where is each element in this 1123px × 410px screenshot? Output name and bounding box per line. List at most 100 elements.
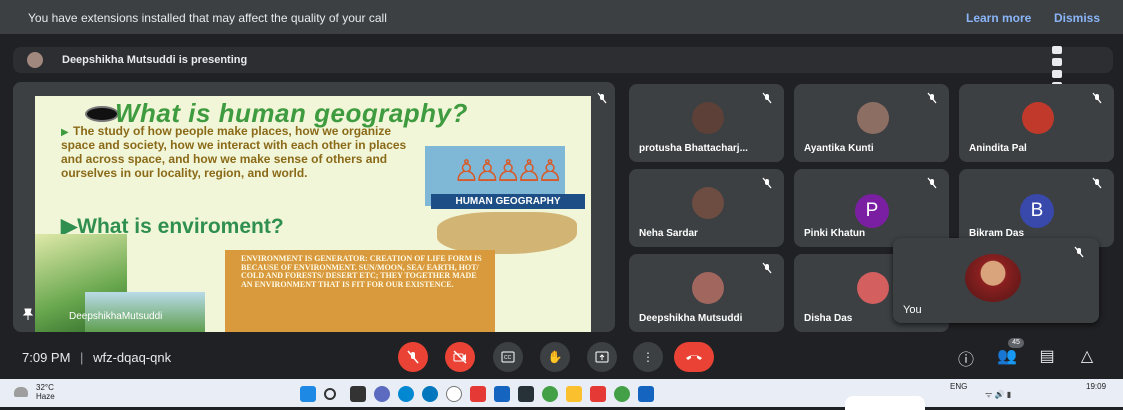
separator: | — [80, 350, 84, 365]
world-map-image — [437, 212, 577, 254]
chat-button[interactable]: ▤ — [1036, 346, 1058, 366]
extensions-warning-banner: You have extensions installed that may a… — [0, 0, 1123, 34]
file-explorer-icon[interactable] — [566, 386, 582, 402]
people-icon: 👥 — [997, 348, 1017, 365]
participant-name: Neha Sardar — [639, 228, 698, 239]
presenter-avatar — [27, 52, 43, 68]
participant-avatar — [692, 272, 724, 304]
windows-taskbar: 32°C Haze ᯤ 🔊 ▮ ENG 19:09 — [0, 379, 1123, 407]
raise-hand-button[interactable]: ✋ — [540, 342, 570, 372]
temperature: 32°C — [36, 383, 54, 392]
chrome-alt-icon[interactable] — [614, 386, 630, 402]
participant-name: Pinki Khatun — [804, 228, 866, 239]
participant-name: Anindita Pal — [969, 143, 1027, 154]
store-icon[interactable] — [494, 386, 510, 402]
leave-call-button[interactable] — [674, 342, 714, 372]
overlay-shape — [845, 396, 925, 410]
task-view-icon[interactable] — [350, 386, 366, 402]
participant-avatar — [692, 187, 724, 219]
windows-start-icon[interactable] — [300, 386, 316, 402]
participant-avatar — [1022, 102, 1054, 134]
participant-avatar — [857, 272, 889, 304]
presentation-tile[interactable]: What is human geography? ▶ The study of … — [13, 82, 615, 332]
meeting-code: wfz-dqaq-qnk — [93, 350, 172, 365]
banner-message: You have extensions installed that may a… — [28, 11, 387, 25]
weather-condition: Haze — [36, 392, 55, 401]
call-controls-bar: 7:09 PM | wfz-dqaq-qnk CC ✋ ⋮ ⓘ 👥 ▤ △ — [0, 336, 1123, 376]
meeting-info: 7:09 PM | wfz-dqaq-qnk — [22, 350, 171, 365]
presenting-text: Deepshikha Mutsuddi is presenting — [62, 54, 248, 66]
mic-off-button[interactable] — [398, 342, 428, 372]
participant-tile[interactable]: Anindita Pal — [959, 84, 1114, 162]
presenting-bar: Deepshikha Mutsuddi is presenting — [13, 47, 1113, 73]
muted-mic-icon — [927, 177, 937, 189]
chat-app-icon[interactable] — [374, 386, 390, 402]
more-vert-icon: ⋮ — [642, 350, 654, 364]
search-icon[interactable] — [324, 388, 336, 400]
video-icon[interactable] — [1052, 58, 1062, 66]
captions-icon: CC — [501, 351, 515, 363]
muted-mic-icon — [762, 92, 772, 104]
weather-icon — [14, 387, 28, 397]
weather-widget[interactable]: 32°C Haze — [36, 383, 55, 401]
camera-off-button[interactable] — [445, 342, 475, 372]
camera-icon[interactable] — [1052, 46, 1062, 54]
learn-more-link[interactable]: Learn more — [966, 11, 1031, 25]
muted-mic-icon — [927, 92, 937, 104]
environment-text: ENVIRONMENT IS GENERATOR: CREATION OF LI… — [241, 254, 482, 289]
powerpoint-icon[interactable] — [590, 386, 606, 402]
participant-avatar: B — [1020, 194, 1054, 228]
presenter-name-label: DeepshikhaMutsuddi — [69, 311, 163, 322]
mcafee-icon[interactable] — [518, 386, 534, 402]
word-icon[interactable] — [638, 386, 654, 402]
dell-icon[interactable] — [446, 386, 462, 402]
mic-off-icon — [407, 350, 419, 364]
participant-tile[interactable]: B Bikram Das — [959, 169, 1114, 247]
participant-avatar — [857, 102, 889, 134]
muted-mic-icon — [1092, 92, 1102, 104]
system-tray[interactable]: ᯤ 🔊 ▮ — [985, 389, 1011, 400]
info-icon: ⓘ — [957, 352, 974, 369]
muted-mic-icon — [762, 262, 772, 274]
participant-tile[interactable]: P Pinki Khatun — [794, 169, 949, 247]
self-view-tile[interactable]: You — [893, 238, 1099, 323]
edge-dev-icon[interactable] — [422, 386, 438, 402]
self-label: You — [903, 304, 922, 316]
chrome-icon[interactable] — [542, 386, 558, 402]
activities-button[interactable]: △ — [1076, 346, 1098, 366]
present-now-button[interactable] — [587, 342, 617, 372]
present-icon — [595, 351, 609, 363]
participant-name: Ayantika Kunti — [804, 143, 874, 154]
chat-icon: ▤ — [1039, 348, 1055, 365]
activities-icon: △ — [1080, 348, 1094, 365]
office-icon[interactable] — [470, 386, 486, 402]
people-button[interactable]: 👥 — [996, 346, 1018, 366]
participant-avatar: P — [855, 194, 889, 228]
participant-name: protusha Bhattacharj... — [639, 143, 748, 154]
pin-icon[interactable] — [23, 308, 33, 320]
clock[interactable]: 19:09 — [1086, 382, 1106, 391]
slide-body: The study of how people make places, how… — [61, 124, 407, 180]
participant-name: Disha Das — [804, 313, 853, 324]
svg-text:CC: CC — [504, 355, 512, 361]
muted-mic-icon — [1074, 246, 1084, 258]
edge-icon[interactable] — [398, 386, 414, 402]
hang-up-icon — [686, 355, 702, 360]
participant-tile[interactable]: protusha Bhattacharj... — [629, 84, 784, 162]
hand-icon: ✋ — [547, 350, 563, 364]
people-count-badge: 45 — [1008, 338, 1024, 348]
lens-icon — [85, 106, 119, 122]
participant-tile[interactable]: Neha Sardar — [629, 169, 784, 247]
more-options-button[interactable]: ⋮ — [633, 342, 663, 372]
participant-avatar — [692, 102, 724, 134]
participant-tile[interactable]: Ayantika Kunti — [794, 84, 949, 162]
captions-button[interactable]: CC — [493, 342, 523, 372]
dismiss-button[interactable]: Dismiss — [1054, 11, 1100, 25]
participant-name: Deepshikha Mutsuddi — [639, 313, 743, 324]
participant-tile[interactable]: Deepshikha Mutsuddi — [629, 254, 784, 332]
meeting-details-button[interactable]: ⓘ — [955, 346, 977, 369]
language-indicator[interactable]: ENG — [950, 382, 967, 391]
image-caption: HUMAN GEOGRAPHY — [431, 194, 585, 209]
picture-in-picture-icon[interactable] — [1052, 70, 1062, 78]
camera-off-icon — [453, 350, 467, 364]
